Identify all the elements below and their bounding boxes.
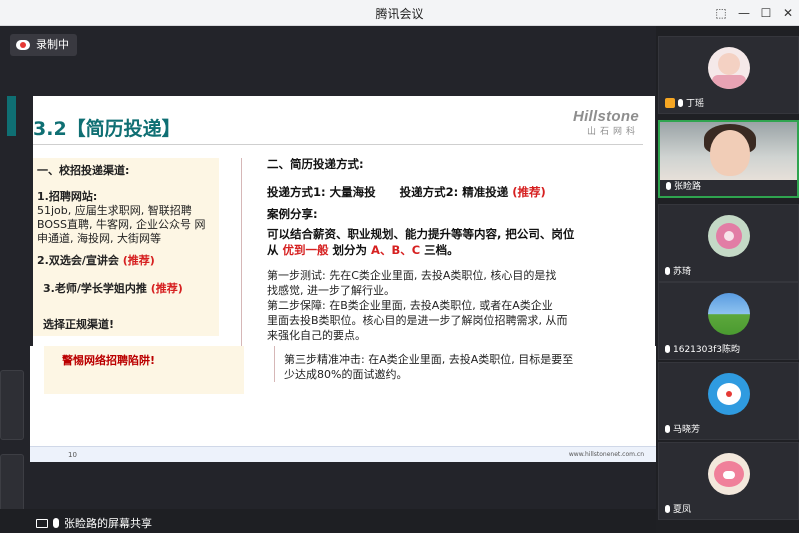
channel-4: 选择正规渠道! [43,318,115,331]
participants-panel: 丁瑶 张睑路 苏琦 1621303f3陈昀 马晓芳 夏凤 [656,26,799,533]
mic-icon [53,518,59,528]
recording-indicator[interactable]: 录制中 [10,34,77,56]
channel-2-tag: (推荐) [122,254,155,267]
avatar [707,47,750,89]
participant-tile-3[interactable]: 苏琦 [658,204,799,282]
channel-2-text: 2.双选会/宣讲会 [37,254,119,267]
channel-2: 2.双选会/宣讲会 (推荐) [37,254,215,268]
screen-share-label: 张睑路的屏幕共享 [36,515,152,531]
channel-3-tag: (推荐) [150,282,183,295]
channels-box: 一、校招投递渠道: 1.招聘网站: 51job, 应届生求职网, 智联招聘 BO… [33,158,219,336]
participant-tile-1[interactable]: 丁瑶 [658,36,799,114]
participant-name-3: 苏琦 [665,264,691,277]
step-2b: 里面去投B类职位。核心目的是进一步了解岗位招聘需求, 从而 [267,314,568,327]
left-thumbnails [0,368,26,524]
pin-icon[interactable]: ⬚ [710,3,732,23]
minimize-icon[interactable]: — [733,3,755,23]
method-2-tag: (推荐) [512,185,546,199]
thumbnail-1[interactable] [0,370,24,440]
mic-icon [665,344,670,353]
screen-share-text: 张睑路的屏幕共享 [64,517,152,530]
window-title: 腾讯会议 [375,7,424,21]
host-icon [665,97,675,108]
step-1b: 找感觉, 进一步了解行业。 [267,284,395,297]
slide-accent-bar [7,96,16,136]
column-divider [241,158,242,348]
case-line-2-mid: 划分为 [332,243,368,257]
avatar [707,293,750,335]
slide-heading: 3.2【简历投递】 [33,118,181,140]
slide-page-number: 10 [68,451,77,459]
mic-icon [665,504,670,513]
participant-name-4: 1621303f3陈昀 [665,342,740,355]
avatar [707,215,750,257]
channel-1-title: 1.招聘网站: [37,190,98,203]
participant-name-text: 苏琦 [673,267,692,277]
mic-icon [678,98,683,107]
case-line-2-prefix: 从 [267,243,279,257]
participant-name-6: 夏凤 [665,502,691,515]
case-line-2-red1: 优到一般 [282,243,329,257]
step-3: 第三步精准冲击: 在A类企业里面, 去投A类职位, 目标是要至 [284,353,574,366]
slide-footer-url: www.hillstonenet.com.cn [568,451,644,458]
maximize-icon[interactable]: ☐ [755,3,777,23]
step-3-block: 第三步精准冲击: 在A类企业里面, 去投A类职位, 目标是要至 少达成80%的面… [284,352,636,382]
case-line-2-suffix: 三档。 [424,243,459,257]
participant-tile-4[interactable]: 1621303f3陈昀 [658,282,799,360]
method-2: 投递方式2: 精准投递 [399,185,509,199]
avatar [707,373,750,415]
participant-video [660,122,797,180]
title-bar: 腾讯会议 ⬚ — ☐ ✕ [0,0,799,26]
participant-name-text: 马晓芳 [673,425,701,435]
close-icon[interactable]: ✕ [777,3,799,23]
participant-name-text: 1621303f3陈昀 [673,345,740,355]
step-3b: 少达成80%的面试邀约。 [284,368,408,381]
case-line-1: 可以结合薪资、职业规划、能力提升等等内容, 把公司、岗位 [267,227,575,241]
mic-icon [666,181,671,190]
shared-slide-lower: 警惕网络招聘陷阱! 第三步精准冲击: 在A类企业里面, 去投A类职位, 目标是要… [30,346,656,448]
screen-share-icon [36,518,48,528]
methods-column: 二、简历投递方式: 投递方式1: 大量海投 投递方式2: 精准投递 (推荐) 案… [267,156,647,343]
brand-logo: Hillstone 山石网科 [573,108,639,137]
cloud-record-icon [16,40,30,50]
brand-name: Hillstone [572,108,639,125]
participant-tile-2[interactable]: 张睑路 [658,120,799,198]
shared-slide: 3.2【简历投递】 Hillstone 山石网科 一、校招投递渠道: 1.招聘网… [33,96,655,350]
case-title: 案例分享: [267,207,318,221]
warning-text: 警惕网络招聘陷阱! [62,354,156,367]
channel-3-text: 3.老师/学长学姐内推 [43,282,147,295]
channel-1-body: 51job, 应届生求职网, 智联招聘 BOSS直聘, 牛客网, 企业公众号 网… [37,204,206,245]
column-divider-lower [274,346,275,382]
step-2: 第二步保障: 在B类企业里面, 去投A类职位, 或者在A类企业 [267,299,553,312]
participant-name-5: 马晓芳 [665,422,700,435]
participant-name-text: 张睑路 [674,182,702,192]
step-1: 第一步测试: 先在C类企业里面, 去投A类职位, 核心目的是找 [267,269,557,282]
heading-rule [33,144,643,145]
slide-footer: 10 www.hillstonenet.com.cn [30,446,656,462]
case-line-2: 从 优到一般 划分为 A、B、C 三档。 [267,242,647,258]
participant-tile-6[interactable]: 夏凤 [658,442,799,520]
brand-subtitle: 山石网科 [586,127,639,137]
step-2c: 来强化自己的要点。 [267,329,366,342]
avatar [707,453,750,495]
mic-icon [665,424,670,433]
participant-name-text: 丁瑶 [686,99,705,109]
participant-tile-5[interactable]: 马晓芳 [658,362,799,440]
methods-title: 二、简历投递方式: [267,157,364,171]
recording-label: 录制中 [36,38,69,51]
participant-name-1: 丁瑶 [665,96,704,109]
channels-title: 一、校招投递渠道: [37,164,130,177]
bottom-bar: 张睑路的屏幕共享 [0,509,656,533]
methods-line: 投递方式1: 大量海投 投递方式2: 精准投递 (推荐) [267,184,647,200]
method-1: 投递方式1: 大量海投 [267,185,376,199]
mic-icon [665,266,670,275]
participant-name-2: 张睑路 [666,179,701,192]
participant-name-text: 夏凤 [673,505,692,515]
channel-3: 3.老师/学长学姐内推 (推荐) [37,282,215,296]
case-line-2-red2: A、B、C [371,243,421,257]
